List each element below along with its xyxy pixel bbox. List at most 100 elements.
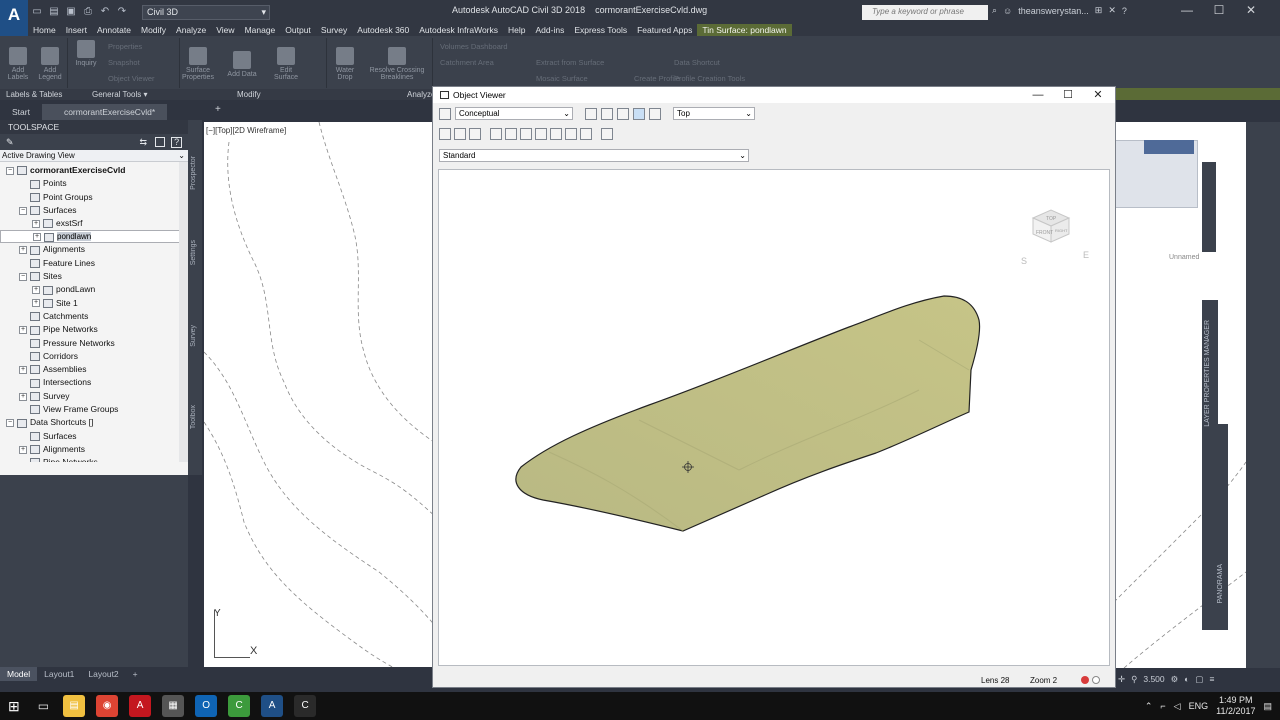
ov-maximize-button[interactable]: ☐	[1053, 87, 1083, 103]
ribbon-tab-tin-surface-pondlawn[interactable]: Tin Surface: pondlawn	[697, 24, 792, 36]
panel-label-modify[interactable]: Modify	[237, 89, 261, 100]
inquiry-button[interactable]: Inquiry	[70, 38, 102, 67]
tree-item[interactable]: Catchments	[0, 310, 188, 323]
tab-survey[interactable]: Survey	[190, 325, 197, 347]
expand-toggle-icon[interactable]: +	[32, 299, 40, 308]
mosaic-surface-item[interactable]: Mosaic Surface	[536, 74, 588, 83]
add-layout-button[interactable]: +	[126, 667, 145, 681]
zoom-realtime-icon[interactable]	[565, 128, 577, 140]
cad-icon[interactable]: C	[294, 695, 317, 717]
save-icon[interactable]: ▣	[64, 5, 78, 19]
redo-icon[interactable]: ↷	[115, 5, 129, 19]
layout-tab-model[interactable]: Model	[0, 667, 38, 681]
layout-tab-layout1[interactable]: Layout1	[37, 667, 81, 681]
water-drop-button[interactable]: Water Drop	[329, 45, 361, 81]
workspace-icon[interactable]: ⚙	[1171, 674, 1179, 685]
stop-icon[interactable]	[1092, 676, 1100, 684]
expand-toggle-icon[interactable]: +	[19, 445, 27, 454]
tree-item[interactable]: Feature Lines	[0, 257, 188, 270]
expand-toggle-icon[interactable]: −	[6, 166, 14, 175]
viewport-label[interactable]: [−][Top][2D Wireframe]	[206, 126, 286, 135]
expand-toggle-icon[interactable]: +	[19, 365, 27, 374]
tree-item[interactable]: Point Groups	[0, 191, 188, 204]
tree-item[interactable]: + Alignments	[0, 243, 188, 256]
add-tab-button[interactable]: +	[215, 104, 221, 115]
close-button[interactable]: ✕	[1236, 3, 1266, 17]
surface-properties-button[interactable]: Surface Properties	[182, 45, 214, 81]
panorama-tab[interactable]: PANORAMA	[1217, 564, 1224, 604]
new-icon[interactable]: ▭	[30, 5, 44, 19]
visual-style-select[interactable]: Conceptual ⌄	[455, 107, 573, 120]
style-select[interactable]: Standard ⌄	[439, 149, 749, 162]
target-icon[interactable]	[601, 128, 613, 140]
pan-icon[interactable]	[649, 107, 661, 120]
app-logo-icon[interactable]: A	[0, 0, 28, 36]
binoculars-icon[interactable]: ⌕	[992, 5, 997, 16]
resolve-crossing-breaklines-button[interactable]: Resolve Crossing Breaklines	[369, 45, 425, 81]
exchange-icon[interactable]: ✕	[1108, 5, 1116, 16]
add-data-button[interactable]: Add Data	[226, 49, 258, 78]
windows-start-icon[interactable]: ⊞	[8, 698, 20, 715]
expand-toggle-icon[interactable]: +	[19, 246, 27, 255]
extract-from-surface-item[interactable]: Extract from Surface	[536, 58, 604, 67]
help-icon[interactable]: ?	[171, 136, 183, 148]
panel-label-labels-tables[interactable]: Labels & Tables	[6, 89, 62, 100]
expand-toggle-icon[interactable]: −	[19, 272, 27, 281]
autocad-icon[interactable]: A	[261, 695, 284, 717]
crosshair-icon[interactable]: ✛	[1118, 674, 1125, 685]
tab-prospector[interactable]: Prospector	[190, 156, 197, 190]
tree-item[interactable]: Surfaces	[0, 430, 188, 443]
ribbon-tab-express-tools[interactable]: Express Tools	[569, 24, 632, 36]
expand-toggle-icon[interactable]: +	[32, 219, 40, 228]
language-indicator[interactable]: ENG	[1189, 701, 1209, 711]
profile-creation-tools-item[interactable]: Profile Creation Tools	[674, 74, 745, 83]
tree-item[interactable]: Points	[0, 177, 188, 190]
view-select[interactable]: Top ⌄	[673, 107, 755, 120]
ribbon-tab-autodesk-360[interactable]: Autodesk 360	[352, 24, 414, 36]
tree-item[interactable]: − cormorantExerciseCvld	[0, 164, 188, 177]
print-icon[interactable]: ⎙	[81, 5, 95, 19]
workspace-dropdown[interactable]: Civil 3D ▾	[142, 5, 270, 20]
ribbon-tab-home[interactable]: Home	[28, 24, 61, 36]
tree-item[interactable]: + pondlawn	[0, 230, 188, 244]
side-view-icon[interactable]	[469, 128, 481, 140]
add-labels-button[interactable]: Add Labels	[2, 45, 34, 81]
rotate-icon[interactable]	[585, 107, 597, 120]
ribbon-tab-add-ins[interactable]: Add-ins	[531, 24, 570, 36]
expand-toggle-icon[interactable]: −	[19, 206, 27, 215]
outlook-icon[interactable]: O	[195, 695, 218, 717]
tree-item[interactable]: + Alignments	[0, 443, 188, 456]
expand-toggle-icon[interactable]: −	[6, 419, 14, 428]
data-shortcut-item[interactable]: Data Shortcut	[674, 58, 720, 67]
tree-item[interactable]: − Surfaces	[0, 204, 188, 217]
ribbon-tab-featured-apps[interactable]: Featured Apps	[632, 24, 697, 36]
object-viewer-item[interactable]: Object Viewer	[108, 74, 155, 83]
ribbon-tab-view[interactable]: View	[211, 24, 239, 36]
zoom-out-icon[interactable]	[505, 128, 517, 140]
menu-icon[interactable]: ≡	[1209, 674, 1214, 684]
tree-item[interactable]: Pressure Networks	[0, 337, 188, 350]
tree-item[interactable]: Intersections	[0, 376, 188, 389]
tree-item[interactable]: Pipe Networks	[0, 456, 188, 462]
zoom-all-icon[interactable]	[580, 128, 592, 140]
user-name[interactable]: theanswerystan...	[1018, 6, 1089, 16]
open-icon[interactable]: ▤	[47, 5, 61, 19]
drawing-canvas[interactable]: Y X	[203, 121, 437, 669]
zoom-icon[interactable]	[601, 107, 613, 120]
tree-item[interactable]: Corridors	[0, 350, 188, 363]
front-view-icon[interactable]	[454, 128, 466, 140]
layout-tab-layout2[interactable]: Layout2	[81, 667, 125, 681]
ribbon-tab-manage[interactable]: Manage	[240, 24, 281, 36]
edit-surface-button[interactable]: Edit Surface	[270, 45, 302, 81]
file-explorer-icon[interactable]: ▤	[63, 695, 86, 717]
ov-close-button[interactable]: ✕	[1083, 87, 1113, 103]
volume-icon[interactable]: ◁	[1174, 701, 1181, 712]
catchment-area-item[interactable]: Catchment Area	[440, 58, 494, 67]
ribbon-tab-survey[interactable]: Survey	[316, 24, 352, 36]
ribbon-tab-modify[interactable]: Modify	[136, 24, 171, 36]
isolate-icon[interactable]: ◐	[1184, 674, 1189, 684]
view-dropdown[interactable]: Active Drawing View ⌄	[0, 150, 188, 162]
zoom-extents-icon[interactable]	[535, 128, 547, 140]
pencil-icon[interactable]: ✎	[6, 137, 14, 148]
maximize-button[interactable]: ☐	[1204, 3, 1234, 17]
